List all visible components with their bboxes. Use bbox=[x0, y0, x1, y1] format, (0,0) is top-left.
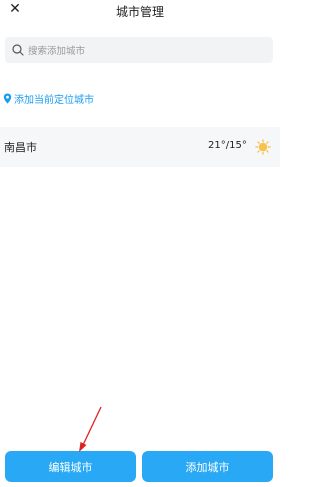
annotation-arrow-icon bbox=[79, 406, 102, 452]
page-title: 城市管理 bbox=[115, 5, 164, 19]
header-bar: ✕ 城市管理 bbox=[0, 0, 280, 22]
search-input[interactable]: 搜索添加城市 bbox=[5, 37, 273, 63]
city-name: 南昌市 bbox=[4, 141, 37, 154]
add-current-location-button[interactable]: 添加当前定位城市 bbox=[3, 91, 94, 106]
location-pin-icon bbox=[3, 93, 12, 103]
city-list-item[interactable]: 南昌市 21°/15° bbox=[0, 127, 280, 167]
add-current-location-label: 添加当前定位城市 bbox=[14, 94, 94, 106]
city-temperature: 21°/15° bbox=[208, 140, 247, 151]
edit-city-button[interactable]: 编辑城市 bbox=[5, 451, 136, 482]
search-icon bbox=[12, 44, 24, 56]
sun-icon bbox=[255, 139, 271, 155]
add-city-button[interactable]: 添加城市 bbox=[142, 451, 273, 482]
search-placeholder: 搜索添加城市 bbox=[28, 46, 86, 57]
